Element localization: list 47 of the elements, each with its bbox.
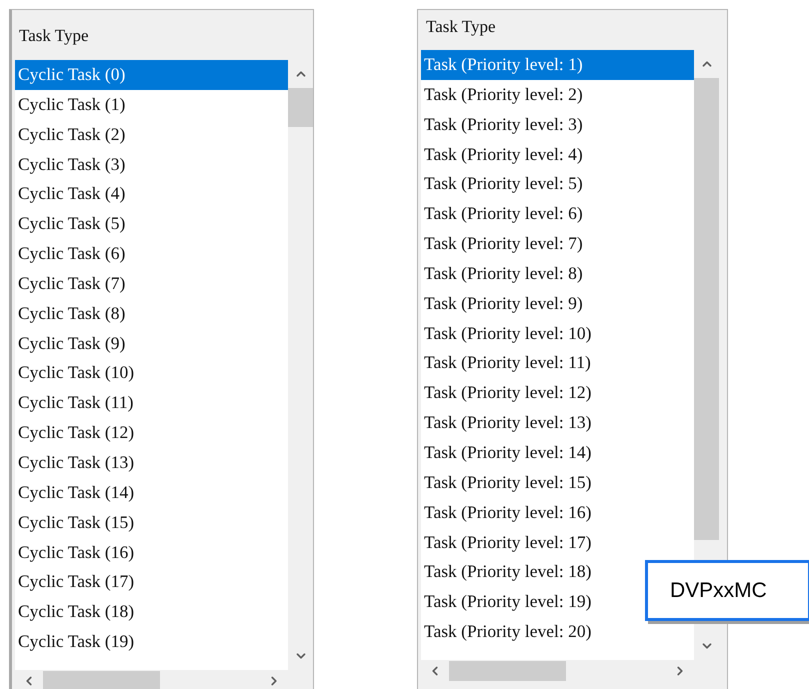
panel-title: Task Type — [426, 17, 496, 36]
task-list-item[interactable]: Task (Priority level: 14) — [421, 438, 594, 468]
task-list-item[interactable]: Cyclic Task (1) — [15, 90, 128, 120]
task-list-item[interactable]: Cyclic Task (4) — [15, 179, 128, 210]
scrollbar-thumb[interactable] — [694, 78, 719, 540]
task-list-item[interactable]: Task (Priority level: 8) — [421, 258, 585, 289]
task-list-item[interactable]: Cyclic Task (15) — [15, 508, 136, 538]
task-list-item[interactable]: Task (Priority level: 7) — [421, 229, 585, 259]
task-list-item[interactable]: Task (Priority level: 2) — [421, 80, 585, 110]
task-list-item[interactable]: Task (Priority level: 16) — [421, 498, 594, 528]
task-list-item[interactable]: Task (Priority level: 3) — [421, 110, 585, 140]
task-list-item[interactable]: Cyclic Task (17) — [15, 567, 136, 598]
scrollbar-thumb[interactable] — [288, 88, 313, 127]
task-list-item[interactable]: Task (Priority level: 9) — [421, 288, 585, 319]
task-list-item[interactable]: Cyclic Task (16) — [15, 538, 136, 568]
task-list-item[interactable]: Cyclic Task (8) — [15, 298, 128, 329]
task-list-item[interactable]: Cyclic Task (12) — [15, 418, 136, 448]
task-list-item[interactable]: Task (Priority level: 11) — [421, 348, 593, 378]
task-list-item[interactable]: Task (Priority level: 18) — [421, 557, 594, 588]
task-list-item[interactable]: Cyclic Task (5) — [15, 209, 128, 240]
task-list-item[interactable]: Cyclic Task (19) — [15, 627, 136, 657]
task-list-item[interactable]: Cyclic Task (14) — [15, 478, 136, 508]
task-list-item[interactable]: Task (Priority level: 4) — [421, 140, 585, 170]
panel-title: Task Type — [19, 26, 89, 45]
task-list-item[interactable]: Cyclic Task (10) — [15, 358, 136, 388]
task-list-item[interactable]: Cyclic Task (11) — [15, 388, 136, 418]
scrollbar-thumb[interactable] — [43, 671, 160, 689]
task-list-item[interactable]: Cyclic Task (2) — [15, 120, 128, 150]
scrollbar-thumb[interactable] — [449, 661, 566, 681]
task-list-item[interactable]: Cyclic Task (7) — [15, 268, 128, 299]
task-list-item[interactable]: Cyclic Task (13) — [15, 448, 136, 478]
task-list-item[interactable]: Task (Priority level: 20) — [421, 617, 594, 647]
task-list-item[interactable]: Cyclic Task (3) — [15, 150, 128, 180]
task-list-item[interactable]: Task (Priority level: 1) — [421, 50, 694, 80]
task-list-item[interactable]: Task (Priority level: 6) — [421, 199, 585, 230]
task-list-item[interactable]: Task (Priority level: 5) — [421, 169, 585, 200]
task-list-item[interactable]: Task (Priority level: 17) — [421, 528, 594, 558]
task-list-item[interactable]: Cyclic Task (6) — [15, 239, 128, 269]
task-list-item[interactable]: Cyclic Task (0) — [15, 60, 288, 90]
task-list-item[interactable]: Task (Priority level: 13) — [421, 408, 594, 438]
task-list-item[interactable]: Task (Priority level: 10) — [421, 318, 594, 348]
task-list-item[interactable]: Cyclic Task (9) — [15, 328, 128, 358]
task-list-item[interactable]: Task (Priority level: 19) — [421, 587, 594, 618]
task-list-item[interactable]: Task (Priority level: 12) — [421, 378, 594, 408]
model-callout: DVPxxMC — [645, 560, 809, 621]
task-list-item[interactable]: Task (Priority level: 15) — [421, 468, 594, 498]
task-list-item[interactable]: Cyclic Task (18) — [15, 597, 136, 628]
